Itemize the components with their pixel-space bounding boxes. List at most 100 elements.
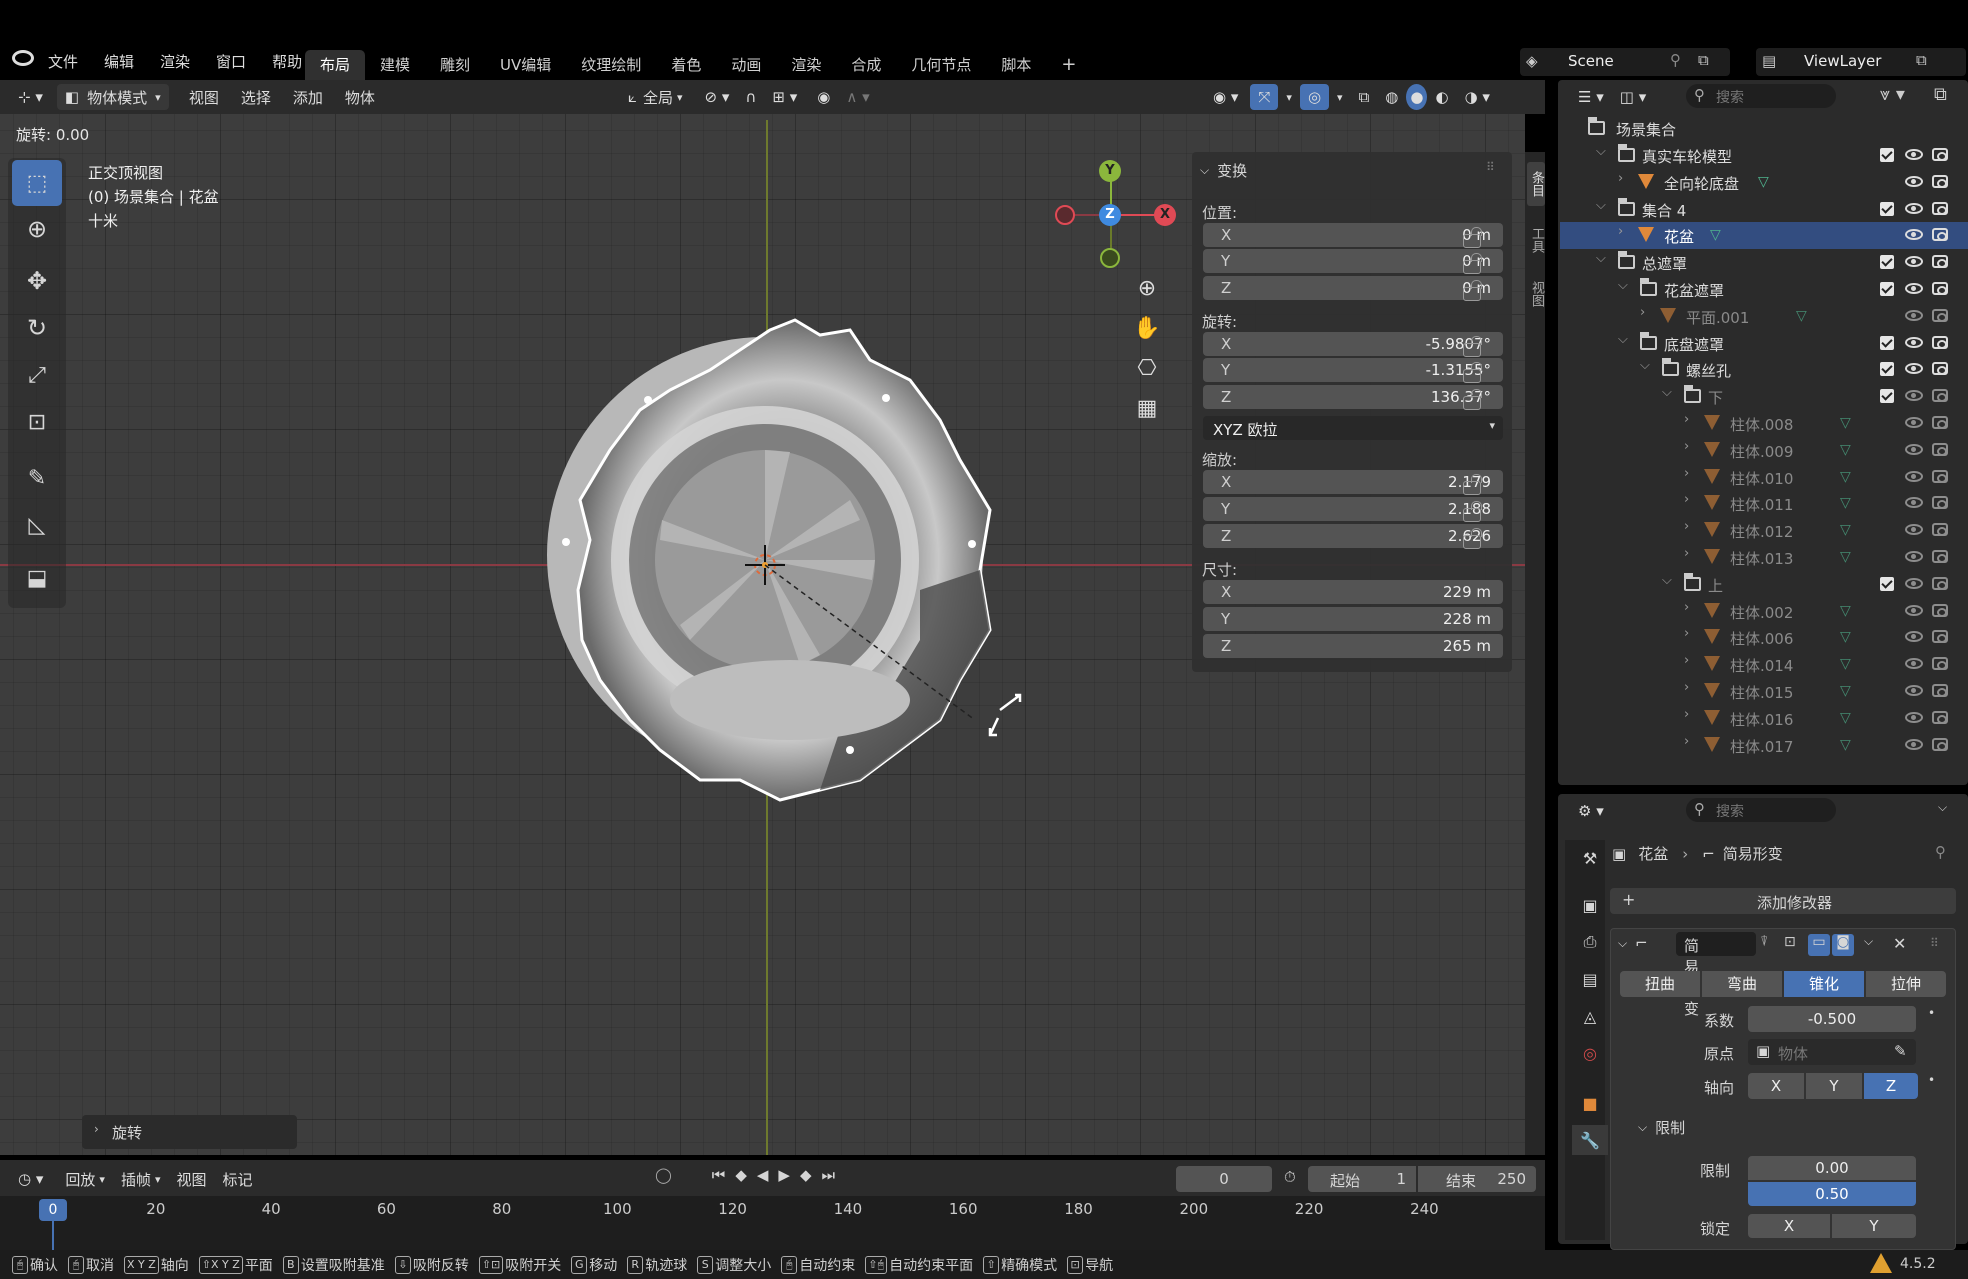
snap-target-button[interactable]: ⊞ ▾	[764, 84, 805, 110]
lock-x-button[interactable]: X	[1748, 1214, 1830, 1238]
tab-compositing[interactable]: 合成	[836, 50, 896, 80]
camera-view-icon[interactable]: ⎔	[1132, 356, 1162, 386]
visibility-button[interactable]: ◉ ▾	[1205, 84, 1246, 110]
outliner-item[interactable]: ⌵ 底盘遮罩	[1560, 330, 1968, 357]
limit-high-field[interactable]: 0.50	[1748, 1182, 1916, 1206]
outliner-item[interactable]: › 柱体.017 ▽	[1560, 732, 1968, 759]
camera-render-icon[interactable]	[1932, 496, 1948, 510]
chevron-down-icon[interactable]: ⌵	[1618, 936, 1627, 951]
display-mode-button[interactable]: ◫ ▾	[1612, 84, 1654, 110]
camera-render-icon[interactable]	[1932, 603, 1948, 617]
outliner-item[interactable]: › 柱体.006 ▽	[1560, 624, 1968, 651]
outliner-item[interactable]: › 柱体.012 ▽	[1560, 517, 1968, 544]
chevron-down-icon[interactable]: ⌵	[1662, 573, 1672, 588]
lock-icon[interactable]	[1463, 389, 1482, 410]
blender-logo-icon[interactable]	[12, 50, 34, 66]
new-scene-icon[interactable]: ⧉	[1698, 51, 1709, 69]
menu-window[interactable]: 窗口	[216, 51, 246, 72]
chevron-right-icon[interactable]: ›	[1684, 439, 1689, 454]
measure-tool[interactable]: ◺	[12, 502, 62, 548]
proportional-edit-toggle[interactable]: ◉	[809, 84, 838, 110]
tab-texture-paint[interactable]: 纹理绘制	[566, 50, 656, 80]
outliner-item[interactable]: › 柱体.013 ▽	[1560, 544, 1968, 571]
editor-type-button[interactable]: ⊹ ▾	[10, 84, 51, 110]
scene-selector[interactable]: ◈ Scene ⚲ ⧉	[1520, 48, 1730, 76]
camera-render-icon[interactable]	[1932, 469, 1948, 483]
zoom-icon[interactable]: ⊕	[1132, 276, 1162, 306]
chevron-down-icon[interactable]: ⌵	[1618, 332, 1628, 347]
scale-tool[interactable]: ⤢	[12, 352, 62, 398]
add-modifier-button[interactable]: + 添加修改器	[1610, 888, 1956, 914]
menu-render[interactable]: 渲染	[160, 51, 190, 72]
navigation-gizmo[interactable]: Y Z X	[1055, 160, 1176, 280]
outliner-item[interactable]: ⌵ 真实车轮模型	[1560, 142, 1968, 169]
start-frame-field[interactable]: 起始 1	[1308, 1166, 1416, 1192]
modifier-menu-dropdown[interactable]: ⌵	[1864, 934, 1873, 949]
close-icon[interactable]: ✕	[1893, 934, 1906, 953]
factor-field[interactable]: -0.500	[1748, 1006, 1916, 1032]
keyframe-dot-icon[interactable]: •	[1928, 1073, 1935, 1087]
eye-icon[interactable]	[1905, 363, 1923, 375]
exclude-checkbox[interactable]	[1880, 335, 1894, 350]
scale-y-field[interactable]: Y 2.188	[1203, 497, 1503, 521]
tab-view[interactable]: 视图	[1527, 272, 1545, 316]
add-workspace-button[interactable]: +	[1046, 50, 1091, 80]
outliner-item[interactable]: › 柱体.011 ▽	[1560, 490, 1968, 517]
prev-keyframe-icon[interactable]: ◆	[735, 1166, 747, 1184]
eye-icon[interactable]	[1905, 551, 1923, 562]
stopwatch-icon[interactable]: ⏱	[1284, 1168, 1296, 1186]
jump-end-icon[interactable]: ⏭	[822, 1166, 836, 1184]
lock-y-button[interactable]: Y	[1832, 1214, 1916, 1238]
dimensions-z-field[interactable]: Z 265 m	[1203, 634, 1503, 658]
properties-editor-type[interactable]: ⚙ ▾	[1570, 798, 1612, 824]
menu-keying[interactable]: 插帧 ▾	[113, 1166, 169, 1192]
transform-tool[interactable]: ⊡	[12, 399, 62, 445]
eye-icon[interactable]	[1905, 390, 1923, 402]
exclude-checkbox[interactable]	[1880, 148, 1894, 162]
camera-render-icon[interactable]	[1932, 282, 1948, 295]
viewport-toggle[interactable]: ▭	[1808, 934, 1830, 956]
outliner-editor-type[interactable]: ☰ ▾	[1570, 84, 1612, 110]
outliner-item[interactable]: ⌵ 下	[1560, 383, 1968, 410]
current-frame-field[interactable]: 0	[1176, 1166, 1272, 1192]
gizmo-dropdown[interactable]: ▾	[1278, 84, 1300, 110]
transform-orientation-selector[interactable]: ⟀ 全局 ▾	[620, 84, 691, 110]
deform-mode-twist[interactable]: 扭曲	[1620, 971, 1700, 997]
camera-render-icon[interactable]	[1932, 442, 1948, 456]
rotation-mode-dropdown[interactable]: XYZ 欧拉 ▾	[1203, 416, 1503, 440]
tab-item[interactable]: 条目	[1527, 162, 1545, 206]
viewlayer-selector[interactable]: ▤ ViewLayer ⧉	[1756, 48, 1966, 76]
tab-scripting[interactable]: 脚本	[986, 50, 1046, 80]
exclude-checkbox[interactable]	[1880, 201, 1894, 216]
object-properties-tab[interactable]: ■	[1572, 1088, 1608, 1118]
falloff-button[interactable]: ∧ ▾	[838, 84, 877, 110]
record-icon[interactable]: ◯	[655, 1166, 672, 1184]
menu-view[interactable]: 视图	[181, 84, 227, 110]
shading-material[interactable]: ◐	[1427, 84, 1456, 110]
scale-z-field[interactable]: Z 2.626	[1203, 524, 1503, 548]
transform-panel-header[interactable]: ⌵ 变换	[1200, 160, 1247, 181]
camera-render-icon[interactable]	[1932, 523, 1948, 537]
outliner-item[interactable]: ⌵ 花盆遮罩	[1560, 276, 1968, 303]
outliner-search-input[interactable]: ⚲ 搜索	[1686, 84, 1836, 108]
menu-object[interactable]: 物体	[337, 84, 383, 110]
shading-rendered[interactable]: ◑ ▾	[1457, 84, 1498, 110]
shading-wireframe[interactable]: ◍	[1377, 84, 1406, 110]
chevron-right-icon[interactable]: ›	[1640, 305, 1645, 320]
world-properties-tab[interactable]: ◎	[1572, 1038, 1608, 1068]
end-frame-field[interactable]: 结束 250	[1418, 1166, 1536, 1192]
eye-icon[interactable]	[1905, 283, 1923, 294]
chevron-right-icon[interactable]: ›	[1684, 680, 1689, 695]
axis-y-button[interactable]: Y	[1806, 1073, 1862, 1099]
xray-toggle[interactable]: ⧉	[1351, 84, 1378, 110]
move-tool[interactable]: ✥	[12, 258, 62, 304]
tool-properties-tab[interactable]: ⚒	[1572, 843, 1608, 873]
outliner-item[interactable]: › 柱体.016 ▽	[1560, 705, 1968, 732]
eye-icon[interactable]	[1905, 631, 1923, 643]
camera-render-icon[interactable]	[1932, 335, 1948, 349]
tab-shading[interactable]: 着色	[656, 50, 716, 80]
outliner-item[interactable]: ⌵ 总遮罩	[1560, 249, 1968, 276]
drag-handle-icon[interactable]: ⠿	[1486, 160, 1495, 174]
outliner-item[interactable]: › 柱体.002 ▽	[1560, 598, 1968, 625]
tab-sculpt[interactable]: 雕刻	[425, 50, 485, 80]
